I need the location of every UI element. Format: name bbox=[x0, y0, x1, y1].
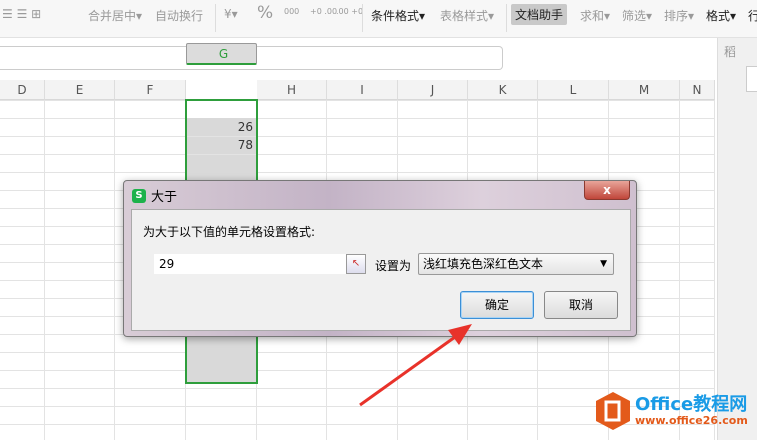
red-arrow-annotation bbox=[359, 324, 472, 407]
watermark-url: www.office26.com bbox=[635, 413, 748, 427]
office-logo-icon bbox=[596, 392, 630, 430]
watermark-logo: Office教程网 www.office26.com bbox=[595, 391, 748, 431]
watermark-brand: Office教程网 bbox=[635, 393, 748, 415]
